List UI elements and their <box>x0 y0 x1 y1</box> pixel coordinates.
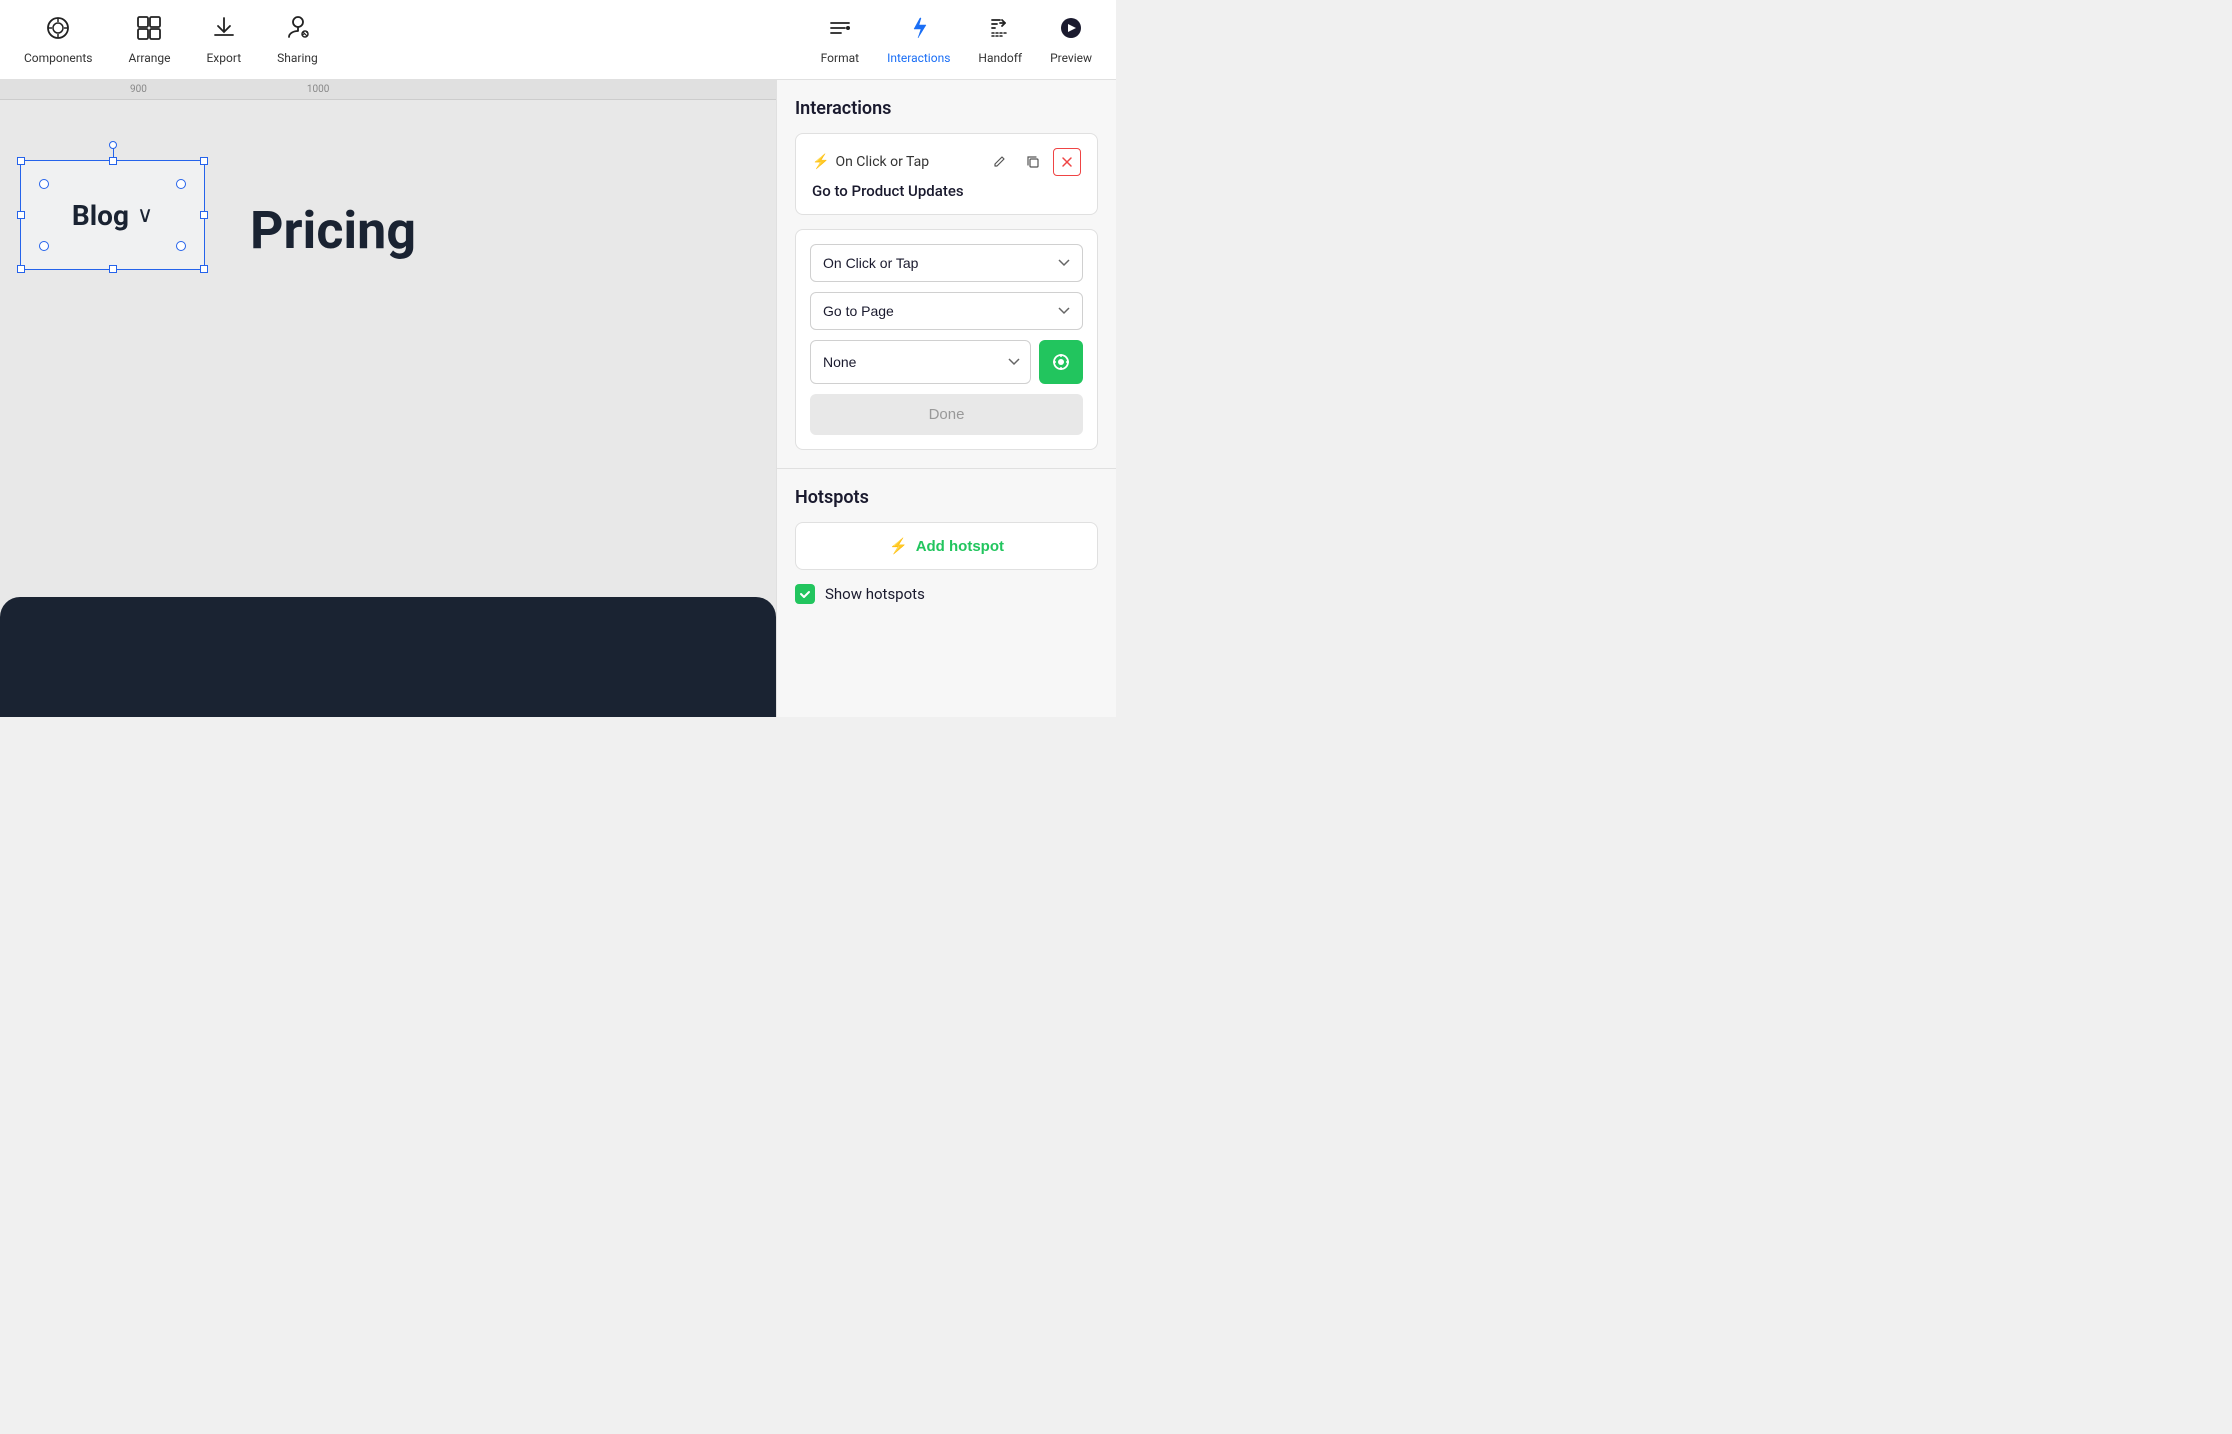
target-picker-button[interactable] <box>1039 340 1083 384</box>
interactions-icon <box>906 15 932 46</box>
action-select[interactable]: Go to Page <box>810 292 1083 330</box>
show-hotspots-row[interactable]: Show hotspots <box>795 584 1098 604</box>
handle-corner-bl[interactable] <box>17 265 25 273</box>
circle-handle-tr[interactable] <box>176 179 186 189</box>
handle-corner-tl[interactable] <box>17 157 25 165</box>
lightning-icon: ⚡ <box>812 154 829 170</box>
toolbar-item-export[interactable]: Export <box>206 15 241 65</box>
sharing-icon <box>284 15 310 46</box>
pricing-text: Pricing <box>250 200 416 261</box>
circle-handle-tl[interactable] <box>39 179 49 189</box>
toolbar-item-format[interactable]: Format <box>821 15 859 65</box>
selected-element-blog[interactable]: Blog ∨ <box>20 160 205 270</box>
main-content: 900 1000 <box>0 80 1116 717</box>
export-label: Export <box>206 51 241 65</box>
handle-mid-right[interactable] <box>200 211 208 219</box>
circle-handle-bl[interactable] <box>39 241 49 251</box>
edit-interaction-button[interactable] <box>985 148 1013 176</box>
show-hotspots-label: Show hotspots <box>825 585 925 603</box>
panel-interactions-section: Interactions ⚡ On Click or Tap <box>777 80 1116 469</box>
ruler: 900 1000 <box>0 80 776 100</box>
toolbar: Components Arrange Export <box>0 0 1116 80</box>
handle-mid-left[interactable] <box>17 211 25 219</box>
sharing-label: Sharing <box>277 51 318 65</box>
circle-handle-br[interactable] <box>176 241 186 251</box>
format-label: Format <box>821 51 859 65</box>
crosshair-icon <box>1051 352 1071 372</box>
toolbar-item-interactions[interactable]: Interactions <box>887 15 950 65</box>
interaction-action-label: Go to Product Updates <box>812 182 1081 200</box>
ruler-mark-900: 900 <box>130 84 147 95</box>
handle-mid-bottom[interactable] <box>109 265 117 273</box>
preview-label: Preview <box>1050 51 1092 65</box>
arrange-label: Arrange <box>129 51 171 65</box>
footer-shape <box>0 597 776 717</box>
interaction-trigger-label: On Click or Tap <box>835 154 929 170</box>
add-hotspot-lightning: ⚡ <box>889 537 908 555</box>
handle-corner-br[interactable] <box>200 265 208 273</box>
close-icon <box>1061 156 1073 168</box>
interaction-form: On Click or Tap Go to Page None <box>795 229 1098 450</box>
blog-chevron: ∨ <box>137 203 153 228</box>
add-hotspot-button[interactable]: ⚡ Add hotspot <box>795 522 1098 570</box>
card-actions <box>985 148 1081 176</box>
components-icon <box>45 15 71 46</box>
right-panel: Interactions ⚡ On Click or Tap <box>776 80 1116 717</box>
edit-icon <box>992 155 1006 169</box>
toolbar-item-sharing[interactable]: Sharing <box>277 15 318 65</box>
duplicate-interaction-button[interactable] <box>1019 148 1047 176</box>
toolbar-item-preview[interactable]: Preview <box>1050 15 1092 65</box>
target-select[interactable]: None <box>810 340 1031 384</box>
preview-icon <box>1058 15 1084 46</box>
toolbar-item-handoff[interactable]: Handoff <box>978 15 1022 65</box>
trigger-select[interactable]: On Click or Tap <box>810 244 1083 282</box>
delete-interaction-button[interactable] <box>1053 148 1081 176</box>
export-icon <box>211 15 237 46</box>
panel-title: Interactions <box>795 98 1098 119</box>
copy-icon <box>1026 155 1040 169</box>
rotation-handle[interactable] <box>109 141 117 149</box>
show-hotspots-checkbox[interactable] <box>795 584 815 604</box>
toolbar-left: Components Arrange Export <box>24 15 318 65</box>
toolbar-right: Format Interactions Handof <box>821 15 1092 65</box>
blog-element-text: Blog ∨ <box>72 199 153 232</box>
ruler-mark-1000: 1000 <box>307 84 329 95</box>
hotspots-title: Hotspots <box>795 487 1098 508</box>
hotspots-section: Hotspots ⚡ Add hotspot Show hotspots <box>777 469 1116 622</box>
handle-mid-top[interactable] <box>109 157 117 165</box>
canvas-content[interactable]: Blog ∨ Pricing <box>0 100 776 717</box>
toolbar-item-components[interactable]: Components <box>24 15 93 65</box>
toolbar-item-arrange[interactable]: Arrange <box>129 15 171 65</box>
checkmark-icon <box>799 588 811 600</box>
blog-text: Blog <box>72 199 129 232</box>
arrange-icon <box>136 15 162 46</box>
components-label: Components <box>24 51 93 65</box>
add-hotspot-label: Add hotspot <box>916 538 1004 555</box>
interaction-trigger: ⚡ On Click or Tap <box>812 154 929 170</box>
done-button[interactable]: Done <box>810 394 1083 435</box>
interaction-card-header: ⚡ On Click or Tap <box>812 148 1081 176</box>
handoff-icon <box>987 15 1013 46</box>
handoff-label: Handoff <box>978 51 1022 65</box>
canvas-area[interactable]: 900 1000 <box>0 80 776 717</box>
interactions-label: Interactions <box>887 51 950 65</box>
format-icon <box>827 15 853 46</box>
form-target-row: None <box>810 340 1083 384</box>
interaction-card: ⚡ On Click or Tap <box>795 133 1098 215</box>
handle-corner-tr[interactable] <box>200 157 208 165</box>
